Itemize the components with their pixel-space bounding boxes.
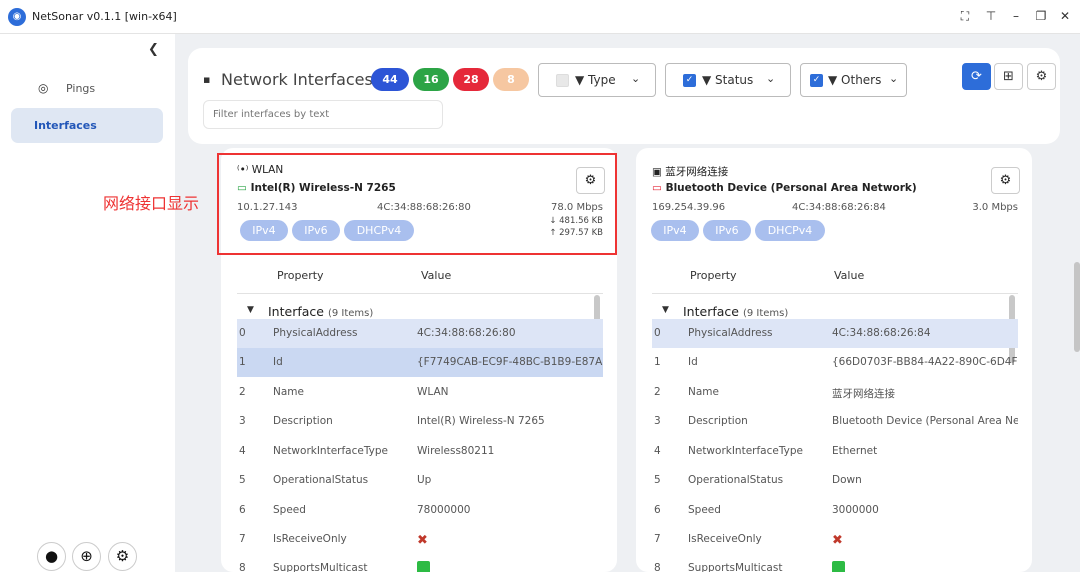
type-checkbox[interactable] [556,74,569,87]
table-row[interactable]: 7 IsReceiveOnly ✖ [237,525,603,554]
count-badge-down[interactable]: 28 [453,68,489,91]
network-card-icon: ▪ [203,73,211,86]
table-row[interactable]: 3 Description Bluetooth Device (Personal A… [652,407,1018,436]
table-row[interactable]: 1 Id {66D0703F-BB84-4A22-890C-6D4F0 [652,348,1018,377]
sidebar-item-interfaces[interactable]: Interfaces [11,108,163,143]
filter-type-label: ▼ Type [575,73,616,87]
table-row[interactable]: 2 Name 蓝牙网络连接 [652,378,1018,407]
table-row[interactable]: 1 Id {F7749CAB-EC9F-48BC-B1B9-E87A5F [237,348,603,377]
interface-card: ▣ 蓝牙网络连接 ▭ Bluetooth Device (Personal Ar… [636,148,1032,572]
collapse-triangle-icon[interactable]: ▼ [247,305,254,315]
table-row[interactable]: 6 Speed 3000000 [652,496,1018,525]
maximize-button[interactable]: ❐ [1033,9,1049,23]
grid-header: Property Value [652,258,1018,294]
interface-mac: 4C:34:88:68:26:84 [792,202,886,213]
interface-description: ▭ Bluetooth Device (Personal Area Networ… [652,182,917,194]
table-row[interactable]: 0 PhysicalAddress 4C:34:88:68:26:80 [237,319,603,348]
close-button[interactable]: ✕ [1057,9,1073,23]
table-row[interactable]: 7 IsReceiveOnly ✖ [652,525,1018,554]
group-title: Interface (9 Items) [683,304,789,319]
refresh-button[interactable]: ⟳ [962,63,991,90]
count-badge-up[interactable]: 16 [413,68,449,91]
false-x-icon: ✖ [417,533,428,548]
annotation-highlight-box [217,153,617,255]
property-grid: Property Value ▼ Interface (9 Items) 0 Ph… [652,258,1018,572]
interfaces-toolbar: ▪ Network Interfaces 44 16 28 8 ▼ Type ⌄… [188,48,1060,144]
group-title: Interface (9 Items) [268,304,374,319]
app-title: NetSonar v0.1.1 [win-x64] [32,10,177,23]
monitor-icon: ▣ [652,166,666,178]
table-row[interactable]: 8 SupportsMulticast [652,554,1018,572]
sidebar-item-label: Interfaces [34,119,97,132]
sidebar-item-label: Pings [66,82,96,95]
table-row[interactable]: 2 Name WLAN [237,378,603,407]
settings-button[interactable]: ⚙ [1027,63,1056,90]
chevron-down-icon: ⌄ [889,72,899,85]
title-bar: ◉ NetSonar v0.1.1 [win-x64] ⛶ ⊤ – ❐ ✕ [0,0,1080,34]
interface-speed: 3.0 Mbps [972,202,1018,213]
interface-settings-button[interactable]: ⚙ [991,167,1020,194]
fit-window-icon[interactable]: ⛶ [957,9,973,24]
sidebar: ❮ ◎ Pings Interfaces ● ⊕ ⚙ [0,34,175,572]
github-icon[interactable]: ● [37,542,66,571]
true-check-icon [417,561,430,572]
false-x-icon: ✖ [832,533,843,548]
column-header-property[interactable]: Property [690,269,737,282]
table-row[interactable]: 5 OperationalStatus Up [237,466,603,495]
interface-card-header[interactable]: ▣ 蓝牙网络连接 ▭ Bluetooth Device (Personal Ar… [636,148,1032,256]
table-row[interactable]: 4 NetworkInterfaceType Ethernet [652,437,1018,466]
tag-ipv6: IPv6 [703,220,751,241]
gear-icon[interactable]: ⚙ [108,542,137,571]
count-badge-other[interactable]: 8 [493,68,529,91]
grid-header: Property Value [237,258,603,294]
filter-others-label: ▼ Others [828,73,882,87]
collapse-triangle-icon[interactable]: ▼ [662,305,669,315]
tag-dhcpv4: DHCPv4 [755,220,825,241]
collapse-sidebar-icon[interactable]: ❮ [148,42,159,57]
filter-type-button[interactable]: ▼ Type ⌄ [538,63,656,97]
table-row[interactable]: 8 SupportsMulticast [237,554,603,572]
property-grid: Property Value ▼ Interface (9 Items) 0 Ph… [237,258,603,572]
column-header-value[interactable]: Value [421,269,451,282]
help-icon[interactable]: ⊕ [72,542,101,571]
sidebar-item-pings[interactable]: ◎ Pings [12,75,162,103]
filter-status-button[interactable]: ✓ ▼ Status ⌄ [665,63,791,97]
count-badge-total[interactable]: 44 [371,68,409,91]
page-title: Network Interfaces [221,70,373,89]
table-row[interactable]: 4 NetworkInterfaceType Wireless80211 [237,437,603,466]
minimize-button[interactable]: – [1008,9,1024,23]
search-input[interactable] [203,100,443,129]
status-down-icon: ▭ [652,182,666,194]
tag-ipv4: IPv4 [651,220,699,241]
chevron-down-icon: ⌄ [631,72,641,85]
chevron-down-icon: ⌄ [766,72,776,85]
interface-name: ▣ 蓝牙网络连接 [652,166,729,178]
status-checkbox[interactable]: ✓ [683,74,696,87]
pin-icon[interactable]: ⊤ [983,9,999,23]
interface-ip: 169.254.39.96 [652,202,726,213]
table-row[interactable]: 5 OperationalStatus Down [652,466,1018,495]
ping-icon: ◎ [38,81,49,95]
table-row[interactable]: 3 Description Intel(R) Wireless-N 7265 [237,407,603,436]
table-row[interactable]: 6 Speed 78000000 [237,496,603,525]
table-row[interactable]: 0 PhysicalAddress 4C:34:88:68:26:84 [652,319,1018,348]
network-topology-button[interactable]: ⊞ [994,63,1023,90]
others-checkbox[interactable]: ✓ [810,74,823,87]
page-scrollbar[interactable] [1074,262,1080,352]
filter-status-label: ▼ Status [702,73,754,87]
filter-others-button[interactable]: ✓ ▼ Others ⌄ [800,63,907,97]
annotation-label: 网络接口显示 [103,194,200,213]
column-header-value[interactable]: Value [834,269,864,282]
true-check-icon [832,561,845,572]
column-header-property[interactable]: Property [277,269,324,282]
app-logo-icon: ◉ [8,8,26,26]
